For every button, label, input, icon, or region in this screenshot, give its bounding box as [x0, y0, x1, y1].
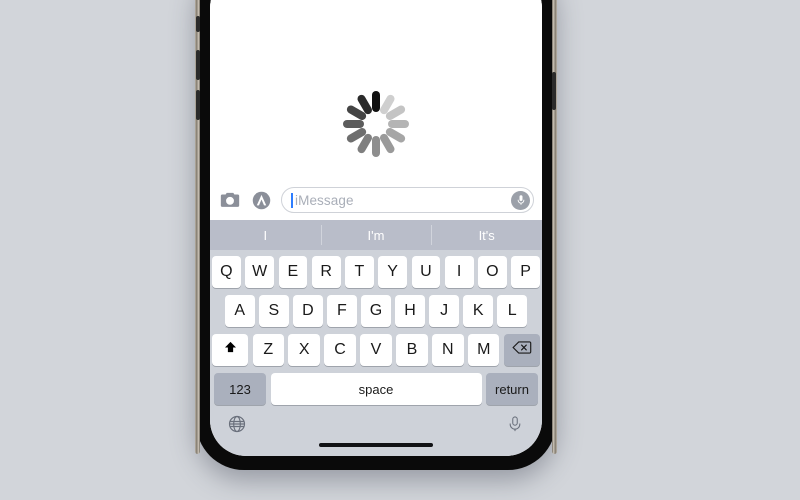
- key-k[interactable]: K: [463, 295, 493, 327]
- camera-icon[interactable]: [219, 189, 241, 211]
- text-caret: [291, 192, 293, 208]
- key-o[interactable]: O: [478, 256, 507, 288]
- message-placeholder: iMessage: [295, 192, 354, 208]
- mute-switch-button[interactable]: [196, 16, 200, 32]
- dictation-mic-button[interactable]: [511, 190, 530, 210]
- key-n[interactable]: N: [432, 334, 464, 366]
- key-q[interactable]: Q: [212, 256, 241, 288]
- backspace-key[interactable]: [503, 334, 540, 366]
- key-j[interactable]: J: [429, 295, 459, 327]
- shift-key[interactable]: [212, 334, 249, 366]
- key-r[interactable]: R: [311, 256, 341, 288]
- key-y[interactable]: Y: [378, 256, 407, 288]
- spinner-spoke: [388, 120, 409, 128]
- keyboard-row-2: A S D F G H J K L: [212, 295, 540, 327]
- key-t[interactable]: T: [345, 256, 374, 288]
- app-store-icon[interactable]: [250, 189, 272, 211]
- volume-up-button[interactable]: [196, 50, 200, 80]
- numeric-key[interactable]: 123: [214, 373, 266, 405]
- device-screen: iMessage I I'm It's Q W E R T Y U I O P …: [210, 0, 542, 456]
- shift-arrow-icon: [223, 340, 238, 360]
- key-b[interactable]: B: [396, 334, 428, 366]
- loading-spinner-icon: [337, 56, 415, 157]
- key-i[interactable]: I: [444, 256, 474, 288]
- key-a[interactable]: A: [224, 295, 255, 327]
- prediction-suggestion-2[interactable]: I'm: [320, 220, 432, 250]
- home-indicator[interactable]: [319, 443, 433, 447]
- key-s[interactable]: S: [259, 295, 289, 327]
- conversation-area: [210, 0, 542, 180]
- prediction-suggestion-3[interactable]: It's: [431, 220, 542, 250]
- key-u[interactable]: U: [411, 256, 441, 288]
- iphone-device-frame: iMessage I I'm It's Q W E R T Y U I O P …: [195, 0, 557, 470]
- keyboard-row-3: Z X C V B N M: [212, 334, 540, 366]
- keyboard-bottom-bar: [210, 412, 542, 456]
- backspace-icon: [512, 340, 532, 360]
- keyboard-row-1: Q W E R T Y U I O P: [212, 256, 540, 288]
- volume-down-button[interactable]: [196, 90, 200, 120]
- spinner-spoke: [343, 120, 364, 128]
- onscreen-keyboard: Q W E R T Y U I O P A S D F G H J K L Z …: [210, 250, 542, 412]
- dictation-microphone-icon[interactable]: [505, 414, 525, 434]
- key-x[interactable]: X: [288, 334, 320, 366]
- key-m[interactable]: M: [468, 334, 500, 366]
- message-input-bar: iMessage: [210, 180, 542, 220]
- device-side-rail-right: [552, 0, 557, 454]
- key-e[interactable]: E: [278, 256, 308, 288]
- key-z[interactable]: Z: [252, 334, 284, 366]
- key-l[interactable]: L: [497, 295, 528, 327]
- key-w[interactable]: W: [245, 256, 274, 288]
- prediction-suggestion-1[interactable]: I: [210, 220, 321, 250]
- spinner-spoke: [372, 136, 380, 157]
- key-f[interactable]: F: [327, 295, 357, 327]
- key-h[interactable]: H: [395, 295, 425, 327]
- key-p[interactable]: P: [511, 256, 540, 288]
- predictive-text-bar: I I'm It's: [210, 220, 542, 250]
- space-key[interactable]: space: [270, 373, 482, 405]
- power-button[interactable]: [552, 72, 556, 110]
- keyboard-row-4: 123 space return: [212, 373, 540, 405]
- key-v[interactable]: V: [360, 334, 392, 366]
- key-d[interactable]: D: [293, 295, 323, 327]
- globe-icon[interactable]: [227, 414, 247, 434]
- message-input-field[interactable]: iMessage: [281, 187, 534, 213]
- return-key[interactable]: return: [486, 373, 538, 405]
- key-g[interactable]: G: [361, 295, 391, 327]
- key-c[interactable]: C: [324, 334, 356, 366]
